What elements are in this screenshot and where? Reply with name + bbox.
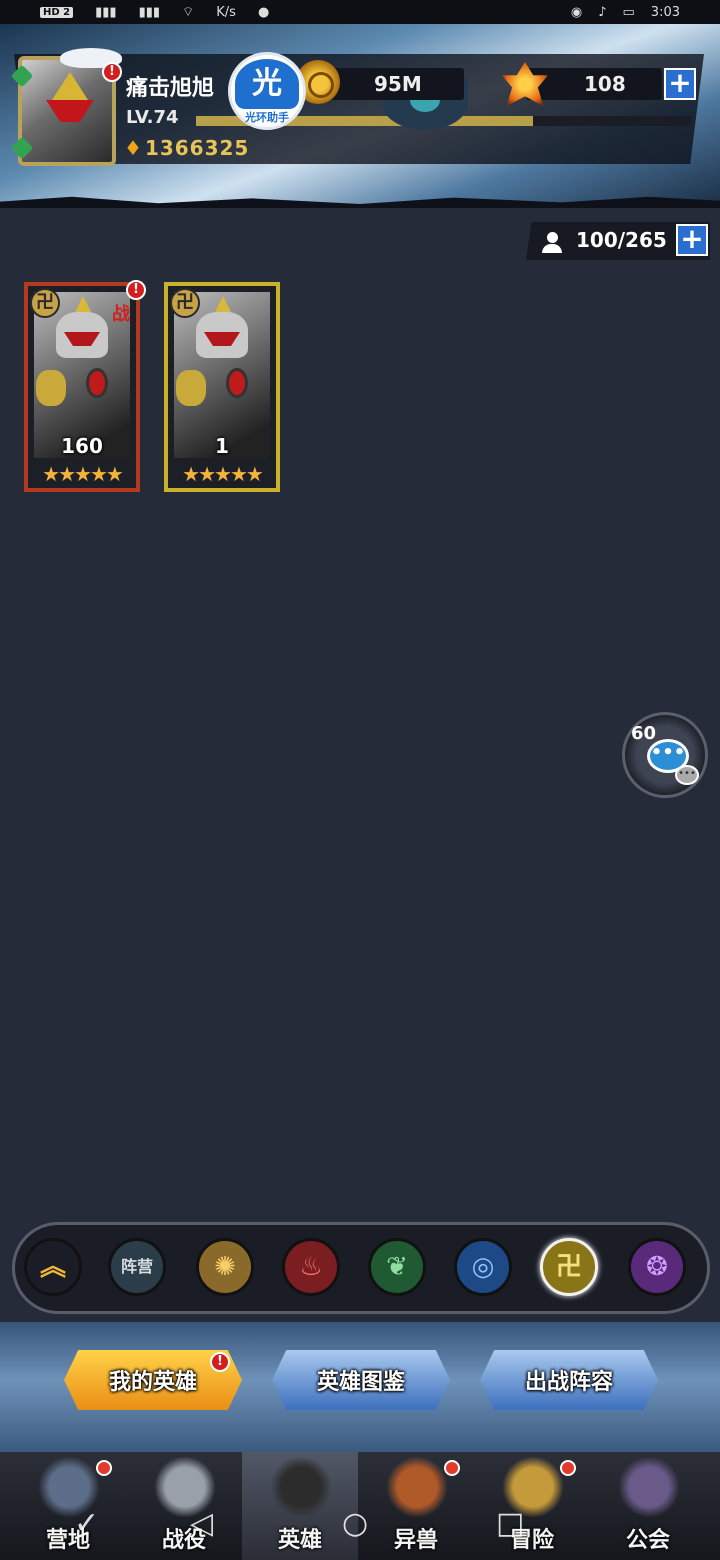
sun-faction-icon: ✺: [214, 1252, 236, 1282]
chat-count: 60: [631, 723, 657, 744]
person-icon: [542, 232, 564, 253]
hero-codex-label: 英雄图鉴: [316, 1370, 405, 1395]
back-button[interactable]: ◁: [190, 1506, 213, 1541]
combat-power-value: 1366325: [144, 136, 250, 160]
hero-stars: ★★★★★: [42, 462, 124, 486]
notification-dot: [96, 1460, 112, 1476]
flame-icon: ♦: [124, 136, 143, 160]
camp-filter: 阵营: [120, 1257, 153, 1276]
helmet-visor: [46, 100, 94, 122]
expand-capacity-button[interactable]: +: [676, 224, 708, 256]
filter-light-faction-icon[interactable]: 卍: [540, 1238, 598, 1296]
helper-overlay-badge[interactable]: 光 光环助手: [228, 52, 306, 130]
chevron-up-icon: ︽: [39, 1252, 66, 1282]
in-battle-tag: 战: [112, 304, 130, 325]
hero-card[interactable]: 卍 1 ★★★★★: [164, 282, 280, 492]
signal-icon: ▮▮▮: [95, 4, 117, 20]
faction-emblem-icon: 卍: [170, 288, 200, 318]
battle-lineup-button[interactable]: 出战阵容: [480, 1350, 658, 1410]
player-name: 痛击旭旭: [126, 76, 215, 101]
hd-badge: HD 2: [40, 6, 74, 18]
signal-icon-2: ▮▮▮: [138, 4, 161, 20]
filter-water-faction-icon[interactable]: ◎: [454, 1238, 512, 1296]
shoulder-armor: [36, 370, 66, 406]
hero-card[interactable]: 卍战 160 ★★★★★: [24, 282, 140, 492]
shoulder-armor: [176, 370, 206, 406]
nature-faction-icon: ❦: [386, 1252, 408, 1282]
notification-dot: [444, 1460, 460, 1476]
battle-lineup-label: 出战阵容: [524, 1370, 613, 1395]
my-heroes-alert-badge: !: [210, 1352, 230, 1372]
status-bar: HD 2 ▮▮▮ ▮▮▮ ⌔ K/s ● ◉ ♪ ▭ 3:03: [0, 0, 720, 24]
hero-capacity-value: 100/265: [576, 228, 667, 252]
gem-counter: 108: [526, 68, 662, 100]
filter-sun-faction-icon[interactable]: ✺: [196, 1238, 254, 1296]
player-level: LV.74: [126, 107, 179, 128]
fire-faction-icon: ♨: [299, 1252, 323, 1282]
hero-codex-button[interactable]: 英雄图鉴: [272, 1350, 450, 1410]
chat-button[interactable]: ••• ••• 60: [622, 712, 708, 798]
clock: 3:03: [650, 4, 680, 20]
shadow-faction-icon: ❂: [646, 1252, 668, 1282]
hero-level: 160: [61, 434, 103, 458]
light-faction-icon: 卍: [555, 1252, 582, 1282]
collapse-nav-button[interactable]: ✓: [74, 1506, 99, 1541]
helper-glyph: 光: [235, 59, 299, 109]
hero-alert-badge: !: [126, 280, 146, 300]
eye-icon: ◉: [570, 4, 583, 20]
gold-counter: 95M: [322, 68, 464, 100]
filter-shadow-faction-icon[interactable]: ❂: [628, 1238, 686, 1296]
hero-level: 1: [215, 434, 229, 458]
filter-fire-faction-icon[interactable]: ♨: [282, 1238, 340, 1296]
faction-emblem-icon: 卍: [30, 288, 60, 318]
chest-core: [226, 368, 248, 398]
wifi-icon: ⌔: [182, 5, 195, 20]
system-nav-bar: ✓ ◁ ○ □: [0, 1500, 720, 1560]
filter-nature-faction-icon[interactable]: ❦: [368, 1238, 426, 1296]
battery-icon: ▭: [622, 4, 635, 20]
recents-button[interactable]: □: [496, 1506, 524, 1541]
helmet-crest: [52, 72, 88, 100]
water-faction-icon: ◎: [471, 1252, 495, 1282]
mute-icon: ♪: [598, 4, 607, 20]
filter-chevron-up-icon[interactable]: ︽: [24, 1238, 82, 1296]
small-chat-icon: •••: [675, 765, 699, 785]
chest-core: [86, 368, 108, 398]
message-icon: ●: [257, 4, 270, 20]
home-button[interactable]: ○: [342, 1506, 368, 1541]
filter-camp-filter[interactable]: 阵营: [108, 1238, 166, 1296]
avatar-alert-badge: !: [102, 62, 122, 82]
net-speed: K/s: [216, 4, 236, 20]
notification-dot: [560, 1460, 576, 1476]
gem-value: 108: [584, 72, 626, 96]
add-gems-button[interactable]: +: [664, 68, 696, 100]
combat-power: ♦ 1366325: [124, 136, 249, 160]
gold-value: 95M: [374, 72, 422, 96]
helper-caption: 光环助手: [245, 111, 289, 124]
hero-stars: ★★★★★: [182, 462, 264, 486]
